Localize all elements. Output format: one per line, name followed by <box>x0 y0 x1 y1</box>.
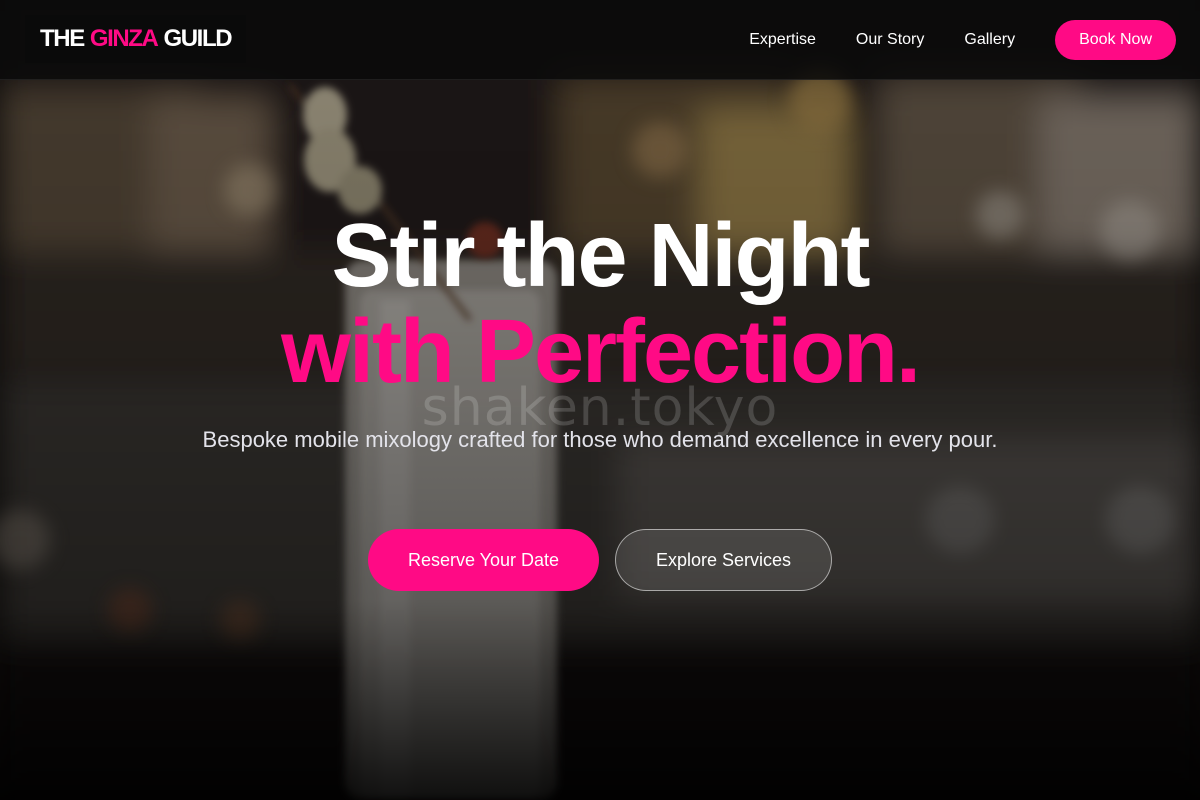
hero-subtitle: Bespoke mobile mixology crafted for thos… <box>202 427 998 452</box>
brand-logo[interactable]: THE GINZA GUILD <box>25 15 247 63</box>
reserve-date-button[interactable]: Reserve Your Date <box>368 529 599 591</box>
logo-word-guild: GUILD <box>163 25 232 52</box>
nav-link-expertise[interactable]: Expertise <box>749 31 816 49</box>
explore-services-button[interactable]: Explore Services <box>615 529 832 591</box>
main-nav: Expertise Our Story Gallery Book Now <box>749 20 1176 60</box>
nav-link-gallery[interactable]: Gallery <box>964 31 1015 49</box>
logo-word-ginza: GINZA <box>89 25 159 52</box>
site-header: THE GINZA GUILD Expertise Our Story Gall… <box>0 0 1200 80</box>
hero-section: Stir the Night with Perfection. Bespoke … <box>0 80 1200 800</box>
nav-link-our-story[interactable]: Our Story <box>856 31 924 49</box>
hero-title-line-2: with Perfection. <box>280 302 921 402</box>
logo-word-the: THE <box>40 25 85 52</box>
book-now-button[interactable]: Book Now <box>1055 20 1176 60</box>
hero-title-line-1: Stir the Night <box>331 206 871 306</box>
